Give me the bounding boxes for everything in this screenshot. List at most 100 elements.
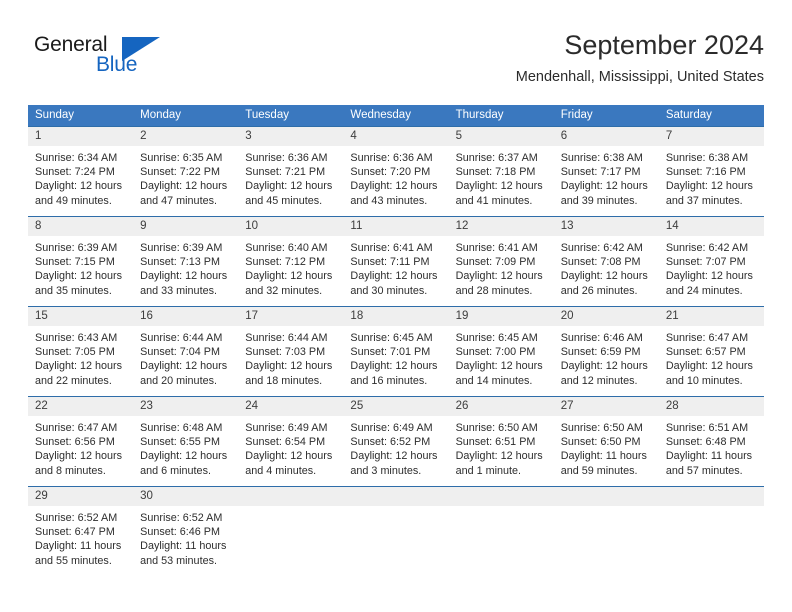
calendar-day-cell[interactable]: 19 Sunrise: 6:45 AM Sunset: 7:00 PM Dayligh… [448,306,554,397]
calendar-day-cell[interactable]: 11 Sunrise: 6:41 AM Sunset: 7:11 PM Dayligh… [343,216,449,307]
day-details [553,506,659,511]
calendar-week-row: 1 Sunrise: 6:34 AM Sunset: 7:24 PM Daylight… [28,126,764,217]
calendar-day-cell[interactable]: 29 Sunrise: 6:52 AM Sunset: 6:47 PM Dayligh… [28,486,134,573]
day-number: 25 [343,397,449,416]
daylight-text-line1: Daylight: 12 hours [35,180,123,193]
sunset-text: Sunset: 7:17 PM [560,166,641,179]
day-number: 23 [133,397,239,416]
calendar-day-cell[interactable]: 22 Sunrise: 6:47 AM Sunset: 6:56 PM Dayligh… [28,396,134,487]
day-details: Sunrise: 6:35 AM Sunset: 7:22 PM Daylight:… [133,146,239,208]
sunset-text: Sunset: 7:11 PM [350,256,430,269]
sunrise-text: Sunrise: 6:50 AM [455,422,538,434]
calendar-day-cell[interactable]: 4 Sunrise: 6:36 AM Sunset: 7:20 PM Daylight… [343,126,449,217]
calendar-day-cell[interactable]: 1 Sunrise: 6:34 AM Sunset: 7:24 PM Daylight… [28,126,134,217]
sunset-text: Sunset: 6:46 PM [140,526,220,539]
page-header: General Blue September 2024 Mendenhall, … [28,28,764,96]
daylight-text-line1: Daylight: 12 hours [350,360,438,373]
daylight-text-line1: Daylight: 12 hours [140,450,228,463]
sunset-text: Sunset: 6:48 PM [665,436,746,449]
calendar-day-cell[interactable]: 6 Sunrise: 6:38 AM Sunset: 7:17 PM Daylight… [553,126,659,217]
day-number: 16 [133,307,239,326]
sunrise-text: Sunrise: 6:38 AM [665,152,749,164]
calendar-day-cell[interactable]: 15 Sunrise: 6:43 AM Sunset: 7:05 PM Dayligh… [28,306,134,397]
daylight-text-line2: and 4 minutes. [245,464,317,477]
sunrise-text: Sunrise: 6:45 AM [350,332,433,344]
day-details: Sunrise: 6:36 AM Sunset: 7:20 PM Daylight:… [343,146,449,208]
daylight-text-line1: Daylight: 12 hours [455,180,543,193]
calendar-day-cell[interactable]: 9 Sunrise: 6:39 AM Sunset: 7:13 PM Daylight… [133,216,239,307]
daylight-text-line1: Daylight: 12 hours [350,180,438,193]
daylight-text-line1: Daylight: 12 hours [455,360,543,373]
sunrise-text: Sunrise: 6:39 AM [140,242,223,254]
calendar-day-cell[interactable]: 8 Sunrise: 6:39 AM Sunset: 7:15 PM Daylight… [28,216,134,307]
weekday-header-saturday: Saturday [658,105,764,127]
day-number: 28 [658,397,764,416]
calendar-day-cell[interactable]: 14 Sunrise: 6:42 AM Sunset: 7:07 PM Dayligh… [658,216,764,307]
sunset-text: Sunset: 7:04 PM [140,346,220,359]
calendar-day-cell[interactable]: 3 Sunrise: 6:36 AM Sunset: 7:21 PM Daylight… [238,126,344,217]
day-details: Sunrise: 6:44 AM Sunset: 7:04 PM Daylight:… [133,326,239,388]
sunrise-text: Sunrise: 6:34 AM [35,152,118,164]
daylight-text-line1: Daylight: 12 hours [665,180,753,193]
sunrise-text: Sunrise: 6:48 AM [140,422,223,434]
daylight-text-line1: Daylight: 12 hours [35,450,123,463]
calendar-day-cell[interactable]: 7 Sunrise: 6:38 AM Sunset: 7:16 PM Daylight… [658,126,764,217]
day-details: Sunrise: 6:49 AM Sunset: 6:52 PM Daylight:… [343,416,449,478]
day-number: 18 [343,307,449,326]
daylight-text-line2: and 18 minutes. [245,374,323,387]
general-blue-logo: General Blue [34,34,164,82]
daylight-text-line1: Daylight: 12 hours [140,180,228,193]
day-details: Sunrise: 6:46 AM Sunset: 6:59 PM Daylight:… [553,326,659,388]
daylight-text-line2: and 28 minutes. [455,284,533,297]
calendar-day-cell[interactable]: 28 Sunrise: 6:51 AM Sunset: 6:48 PM Dayligh… [658,396,764,487]
calendar-day-cell[interactable]: 2 Sunrise: 6:35 AM Sunset: 7:22 PM Daylight… [133,126,239,217]
sunset-text: Sunset: 6:50 PM [560,436,641,449]
daylight-text-line2: and 43 minutes. [350,194,428,207]
calendar-day-cell[interactable]: 27 Sunrise: 6:50 AM Sunset: 6:50 PM Dayligh… [553,396,659,487]
calendar-day-cell[interactable]: 20 Sunrise: 6:46 AM Sunset: 6:59 PM Dayligh… [553,306,659,397]
daylight-text-line1: Daylight: 12 hours [665,360,753,373]
calendar-day-cell[interactable]: 16 Sunrise: 6:44 AM Sunset: 7:04 PM Dayligh… [133,306,239,397]
day-details: Sunrise: 6:44 AM Sunset: 7:03 PM Daylight:… [238,326,344,388]
calendar-day-cell[interactable]: 25 Sunrise: 6:49 AM Sunset: 6:52 PM Dayligh… [343,396,449,487]
calendar-day-cell[interactable]: 5 Sunrise: 6:37 AM Sunset: 7:18 PM Daylight… [448,126,554,217]
daylight-text-line1: Daylight: 12 hours [140,270,228,283]
day-number: 6 [553,127,659,146]
calendar-day-cell[interactable]: 26 Sunrise: 6:50 AM Sunset: 6:51 PM Dayligh… [448,396,554,487]
calendar-week-row: 15 Sunrise: 6:43 AM Sunset: 7:05 PM Dayligh… [28,306,764,397]
daylight-text-line2: and 30 minutes. [350,284,428,297]
day-details: Sunrise: 6:38 AM Sunset: 7:16 PM Daylight:… [658,146,764,208]
day-details: Sunrise: 6:42 AM Sunset: 7:07 PM Daylight:… [658,236,764,298]
daylight-text-line1: Daylight: 11 hours [35,540,122,553]
daylight-text-line1: Daylight: 12 hours [560,360,648,373]
day-number: 1 [28,127,134,146]
sunrise-text: Sunrise: 6:52 AM [35,512,118,524]
daylight-text-line2: and 53 minutes. [140,554,217,567]
daylight-text-line2: and 20 minutes. [140,374,217,387]
calendar-day-cell[interactable]: 23 Sunrise: 6:48 AM Sunset: 6:55 PM Dayligh… [133,396,239,487]
calendar-day-cell[interactable]: 30 Sunrise: 6:52 AM Sunset: 6:46 PM Dayligh… [133,486,239,573]
daylight-text-line1: Daylight: 12 hours [245,450,333,463]
calendar-day-cell[interactable]: 24 Sunrise: 6:49 AM Sunset: 6:54 PM Dayligh… [238,396,344,487]
day-details [448,506,554,511]
calendar-day-cell[interactable]: 18 Sunrise: 6:45 AM Sunset: 7:01 PM Dayligh… [343,306,449,397]
day-number: 12 [448,217,554,236]
day-details: Sunrise: 6:48 AM Sunset: 6:55 PM Daylight:… [133,416,239,478]
daylight-text-line2: and 3 minutes. [350,464,422,477]
day-number: 21 [658,307,764,326]
calendar-day-cell[interactable]: 10 Sunrise: 6:40 AM Sunset: 7:12 PM Dayligh… [238,216,344,307]
day-number: 5 [448,127,554,146]
sunrise-text: Sunrise: 6:41 AM [455,242,538,254]
daylight-text-line1: Daylight: 12 hours [560,180,648,193]
calendar-day-cell[interactable]: 12 Sunrise: 6:41 AM Sunset: 7:09 PM Dayligh… [448,216,554,307]
day-number: 13 [553,217,659,236]
sunrise-text: Sunrise: 6:42 AM [665,242,749,254]
calendar-day-cell[interactable]: 13 Sunrise: 6:42 AM Sunset: 7:08 PM Dayligh… [553,216,659,307]
calendar-day-cell[interactable]: 17 Sunrise: 6:44 AM Sunset: 7:03 PM Dayligh… [238,306,344,397]
daylight-text-line1: Daylight: 12 hours [665,270,753,283]
daylight-text-line2: and 12 minutes. [560,374,638,387]
calendar-empty-cell [238,486,344,573]
daylight-text-line1: Daylight: 12 hours [455,450,543,463]
calendar-day-cell[interactable]: 21 Sunrise: 6:47 AM Sunset: 6:57 PM Dayligh… [658,306,764,397]
sunrise-text: Sunrise: 6:49 AM [350,422,433,434]
